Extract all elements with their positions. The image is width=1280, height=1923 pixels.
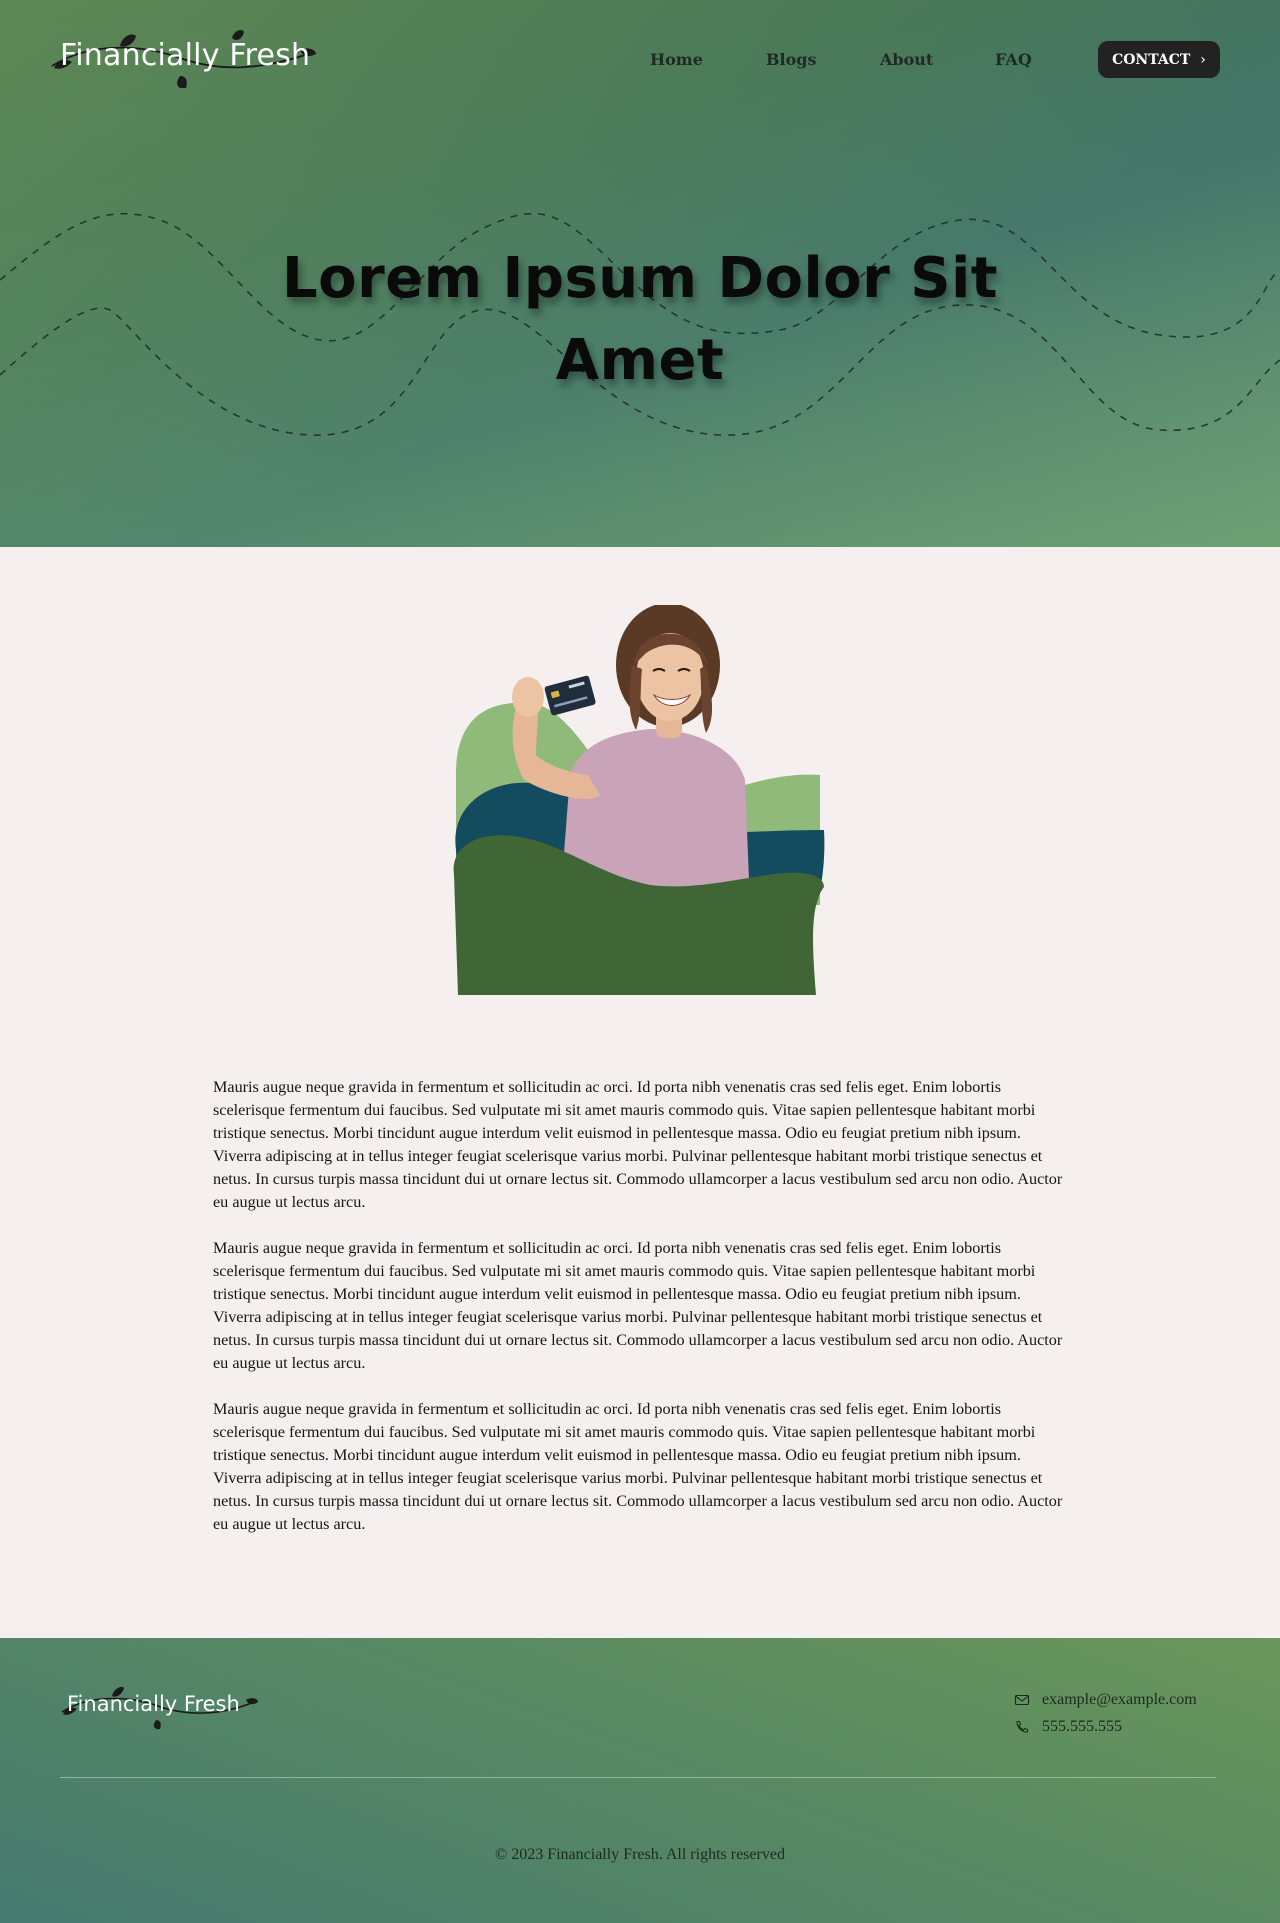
article-paragraph: Mauris augue neque gravida in fermentum … [213, 1239, 1063, 1372]
footer-brand-name: Financially Fresh [67, 1692, 240, 1716]
hero-title-line-1: Lorem Ipsum Dolor Sit [281, 246, 999, 311]
footer-brand-logo[interactable]: Financially Fresh [60, 1682, 260, 1732]
hero-banner: Financially Fresh Home Blogs About FAQ C… [0, 0, 1280, 547]
contact-button-label: CONTACT [1112, 51, 1191, 68]
woman-holding-card-illustration [453, 605, 825, 995]
phone-icon [1016, 1720, 1029, 1733]
credit-card-icon [544, 675, 596, 716]
footer-email-row[interactable]: example@example.com [1014, 1686, 1197, 1713]
nav-item-about[interactable]: About [880, 50, 933, 69]
main-nav: Home Blogs About FAQ [0, 50, 1280, 80]
chevron-right-icon: › [1200, 51, 1206, 68]
nav-item-blogs[interactable]: Blogs [766, 50, 816, 69]
footer-email: example@example.com [1042, 1690, 1197, 1708]
mail-icon [1014, 1694, 1030, 1705]
article-paragraph: Mauris augue neque gravida in fermentum … [213, 1078, 1063, 1211]
footer-phone: 555.555.555 [1042, 1717, 1122, 1735]
footer-divider [60, 1777, 1216, 1778]
article-paragraph: Mauris augue neque gravida in fermentum … [213, 1400, 1063, 1533]
footer-contact-list: example@example.com 555.555.555 [1014, 1686, 1197, 1740]
nav-item-faq[interactable]: FAQ [995, 50, 1032, 69]
copyright-text: © 2023 Financially Fresh. All rights res… [495, 1846, 785, 1863]
hero-title-line-2: Amet [555, 328, 725, 393]
site-footer: Financially Fresh example@example.com 55… [0, 1638, 1280, 1923]
footer-phone-row[interactable]: 555.555.555 [1014, 1713, 1197, 1740]
contact-button[interactable]: CONTACT › [1098, 41, 1220, 78]
article-body: Mauris augue neque gravida in fermentum … [213, 1076, 1069, 1559]
nav-item-home[interactable]: Home [650, 50, 703, 69]
hero-title: Lorem Ipsum Dolor Sit Amet [240, 238, 1040, 402]
